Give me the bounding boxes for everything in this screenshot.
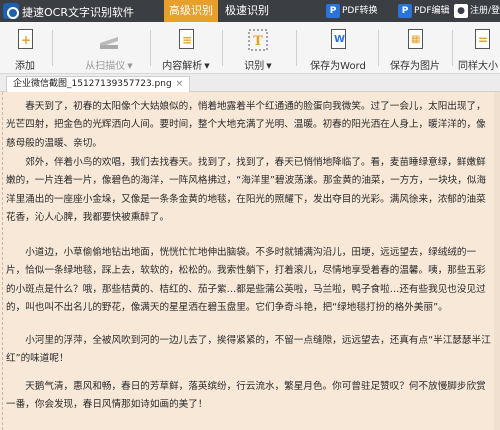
toolbar-divider xyxy=(296,30,297,66)
tab-advanced-recognition[interactable]: 高级识别 xyxy=(164,0,218,22)
document-tab-filename: 企业微信截图_15127139357723.png xyxy=(13,79,172,89)
paragraph: 天鹅气清，惠风和畅，春日的芳草鲜，落英缤纷，行云流水，繁星月色。你可曾驻足赞叹？… xyxy=(6,381,486,411)
user-icon: ● xyxy=(454,4,468,18)
scan-button[interactable]: 从扫描仪 ▼ xyxy=(78,24,140,72)
chevron-down-icon: ▼ xyxy=(127,62,133,70)
add-file-icon: + xyxy=(13,27,37,53)
paragraph: 小河里的浮萍，全被风吹到河的一边儿去了，挨得紧紧的，不留一点缝隙，远远望去，还真… xyxy=(6,335,491,365)
same-size-label: 同样大小 xyxy=(458,61,498,72)
scanner-icon xyxy=(97,27,121,53)
add-button[interactable]: + 添加 xyxy=(8,24,42,72)
toolbar-divider xyxy=(452,30,453,66)
toolbar-divider xyxy=(52,30,53,66)
paragraph: 小道边，小草偷偷地钻出地面，恍恍忙忙地伸出脑袋。不多时就铺满沟沿儿，田埂，远远望… xyxy=(6,247,486,314)
document-tab-bar: 企业微信截图_15127139357723.png × xyxy=(0,74,500,92)
recognize-label: 识别 xyxy=(244,61,265,72)
document-content[interactable]: 春天到了，初春的太阳像个大姑娘似的，悄着地露着半个红通通的脸蛋向我微笑。过了一会… xyxy=(0,92,500,430)
word-doc-icon: W xyxy=(326,27,350,53)
add-label: 添加 xyxy=(15,61,35,72)
app-logo-icon xyxy=(3,3,19,19)
pdf-convert-icon: P xyxy=(326,4,340,18)
image-doc-icon: ▦ xyxy=(403,27,427,53)
pdf-edit-label: PDF编辑 xyxy=(414,6,450,16)
paragraph: 春天到了，初春的太阳像个大姑娘似的，悄着地露着半个红通通的脸蛋向我微笑。过了一会… xyxy=(6,101,486,149)
save-image-label: 保存为图片 xyxy=(390,61,440,72)
content-parse-button[interactable]: ≡ 内容解析 ▼ xyxy=(160,24,212,72)
pdf-edit-button[interactable]: P PDF编辑 xyxy=(396,2,450,20)
close-icon[interactable]: × xyxy=(176,79,184,89)
scan-label: 从扫描仪 xyxy=(85,61,126,72)
toolbar-divider xyxy=(378,30,379,66)
tab-fast-recognition[interactable]: 极速识别 xyxy=(220,0,274,22)
toolbar-divider xyxy=(222,30,223,66)
toolbar-divider xyxy=(150,30,151,66)
login-button[interactable]: ● 注册/登录 xyxy=(452,2,500,20)
pdf-convert-button[interactable]: P PDF转换 xyxy=(324,2,378,20)
pdf-edit-icon: P xyxy=(398,4,412,18)
same-size-button[interactable]: = 同样大小 xyxy=(458,24,500,72)
chevron-down-icon: ▼ xyxy=(204,62,210,70)
pdf-convert-label: PDF转换 xyxy=(342,6,378,16)
chevron-down-icon: ▼ xyxy=(266,62,272,70)
svg-text:T: T xyxy=(253,34,263,49)
content-parse-icon: ≡ xyxy=(174,27,198,53)
save-word-label: 保存为Word xyxy=(310,61,366,72)
same-size-icon: = xyxy=(470,27,494,53)
login-label: 注册/登录 xyxy=(470,6,500,16)
save-as-word-button[interactable]: W 保存为Word xyxy=(306,24,370,72)
recognize-button[interactable]: T 识别 ▼ xyxy=(240,24,276,72)
parse-label: 内容解析 xyxy=(162,61,203,72)
document-tab[interactable]: 企业微信截图_15127139357723.png × xyxy=(6,76,191,92)
paragraph: 郊外，伴着小鸟的欢唱，我们去找春天。找到了，找到了，春天已悄悄地降临了。看，麦苗… xyxy=(6,157,487,224)
app-title: 捷速OCR文字识别软件 xyxy=(22,6,134,19)
main-toolbar: + 添加 从扫描仪 ▼ ≡ 内容解析 ▼ T 识别 ▼ W 保存为Word ▦ 保存为 xyxy=(0,22,500,74)
vertical-scrollbar[interactable] xyxy=(494,92,500,430)
save-as-image-button[interactable]: ▦ 保存为图片 xyxy=(386,24,444,72)
text-recognize-icon: T xyxy=(246,27,270,53)
title-bar: 捷速OCR文字识别软件 高级识别 极速识别 P PDF转换 P PDF编辑 ● … xyxy=(0,0,500,22)
